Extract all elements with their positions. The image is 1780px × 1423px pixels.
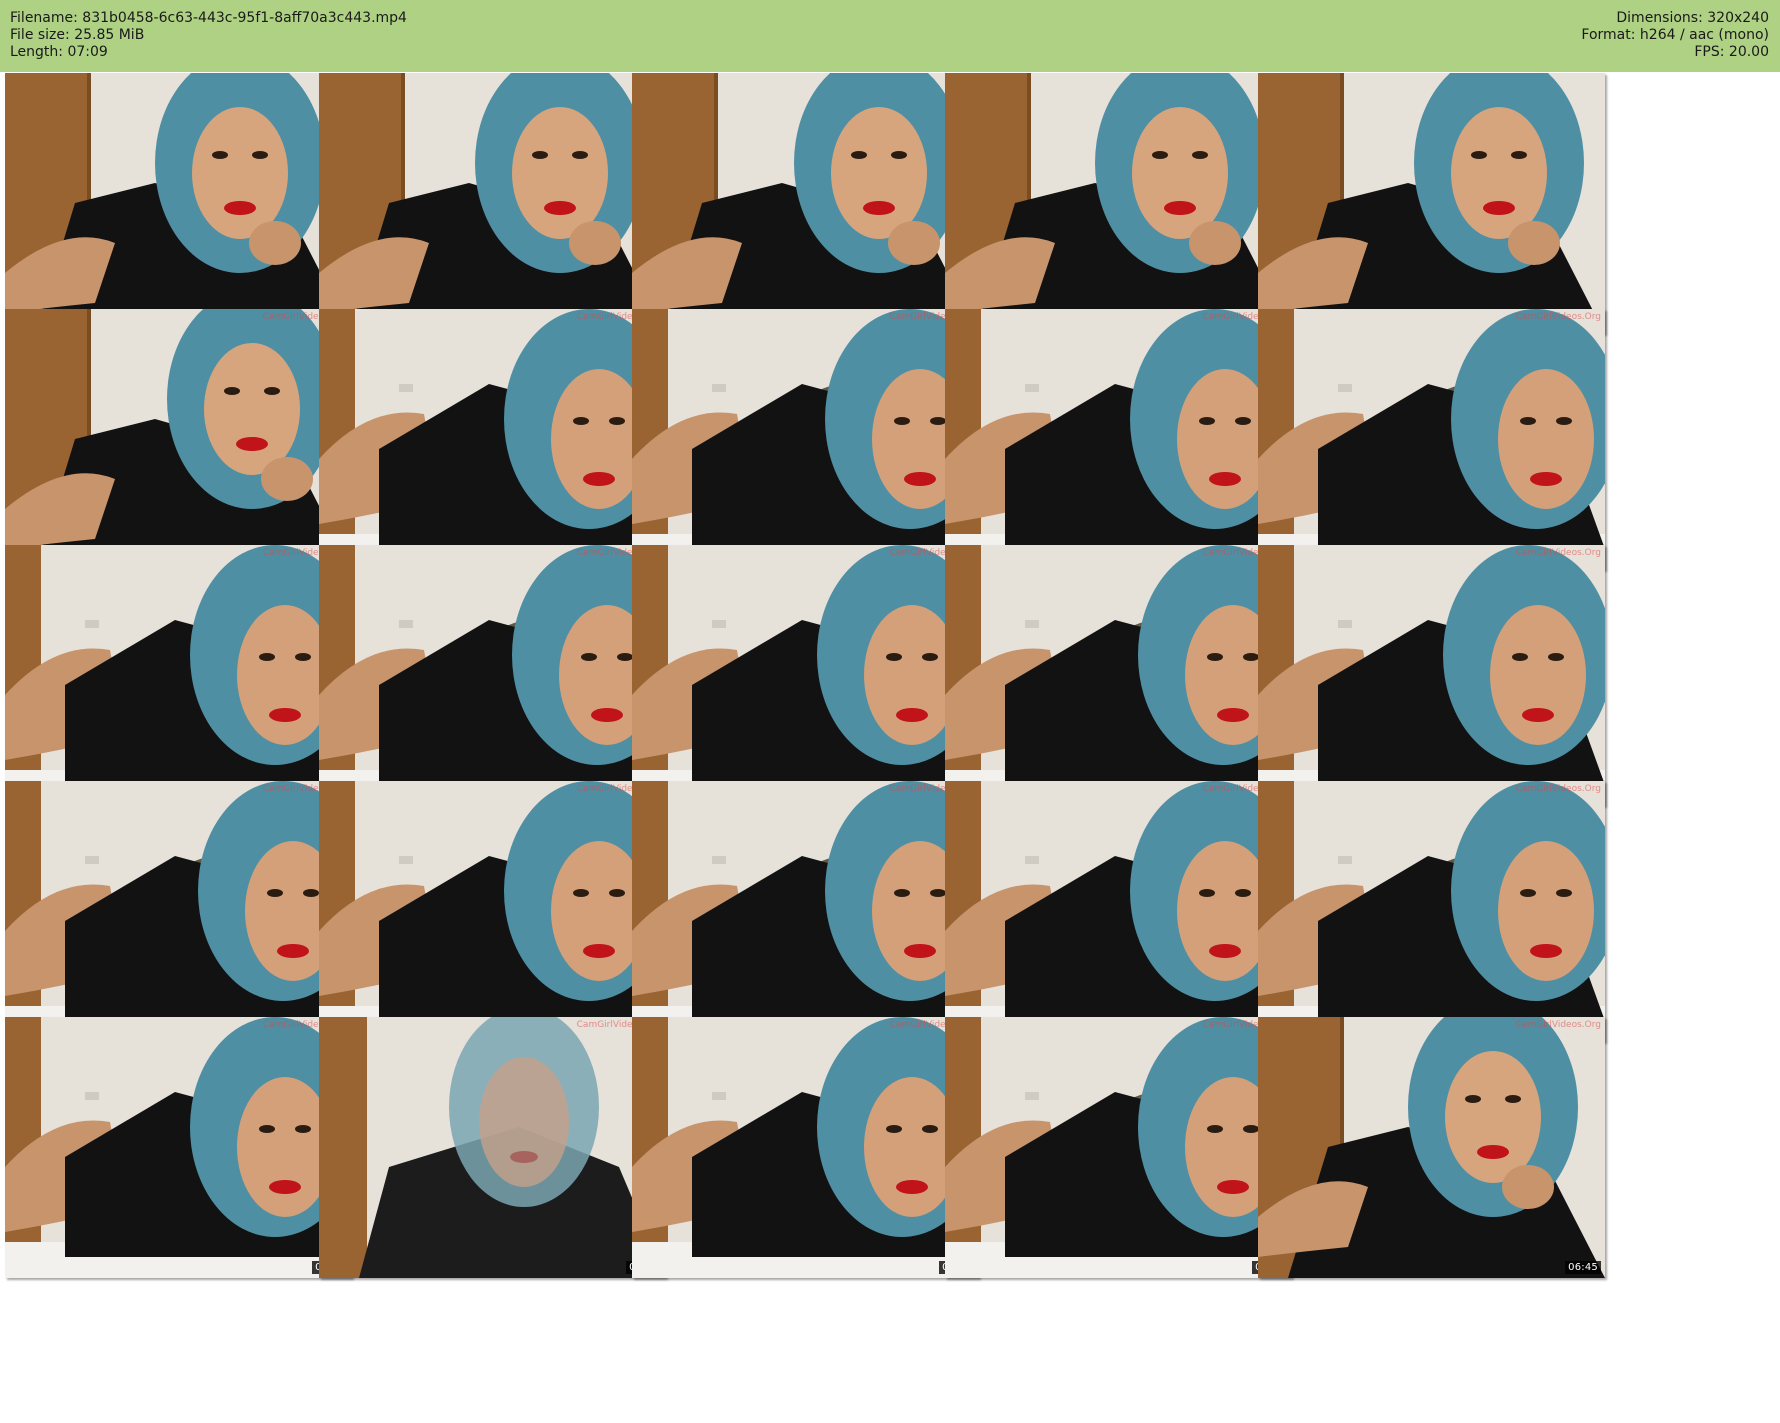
video-thumbnail: CamGirlVideos.Org06:29 [945,1017,1292,1278]
file-info-right: Dimensions: 320x240 Format: h264 / aac (… [1581,10,1769,61]
video-thumbnail: CamGirlVideos.Org01:53 [319,309,666,570]
filename-text: Filename: 831b0458-6c63-443c-95f1-8aff70… [10,10,407,26]
video-thumbnail: CamGirlVideos.Org04:19 [5,781,352,1042]
video-thumbnail: CamGirlVideos.Org05:08 [945,781,1292,1042]
thumbnail-frame-image [945,545,1292,806]
thumbnail-frame-image [632,781,979,1042]
dimensions-text: Dimensions: 320x240 [1616,10,1769,26]
video-thumbnail: CamGirlVideos.Org02:42 [1258,309,1605,570]
info-header: Filename: 831b0458-6c63-443c-95f1-8aff70… [0,0,1780,72]
thumbnail-frame-image [945,73,1292,334]
watermark-text: CamGirlVideos.Org [1515,548,1601,558]
video-thumbnail: CamGirlVideos.Org02:09 [632,309,979,570]
watermark-text: CamGirlVideos.Org [1515,312,1601,322]
video-thumbnail: CamGirlVideos.Org05:24 [1258,781,1605,1042]
thumbnail-frame-image [5,545,352,806]
filesize-text: File size: 25.85 MiB [10,27,145,43]
file-info-left: Filename: 831b0458-6c63-443c-95f1-8aff70… [10,10,407,61]
video-thumbnail: CamGirlVideos.Org 06:45 [1258,1017,1605,1278]
video-thumbnail: CamGirlVideos.Org06:13 [632,1017,979,1278]
video-thumbnail: 00:32 [319,73,666,334]
thumbnail-frame-image [945,1017,1292,1278]
video-thumbnail: CamGirlVideos.Org05:56 [319,1017,666,1278]
thumbnail-frame-image [319,545,666,806]
thumbnail-frame-image [945,781,1292,1042]
video-thumbnail: CamGirlVideos.Org05:40 [5,1017,352,1278]
video-thumbnail: CamGirlVideos.Org03:30 [632,545,979,806]
thumbnail-frame-image [632,545,979,806]
thumbnail-frame-image [5,781,352,1042]
video-thumbnail: 01:21 [1258,73,1605,334]
thumbnail-frame-image [5,309,352,570]
thumbnail-frame-image [632,309,979,570]
video-thumbnail: CamGirlVideos.Org03:14 [319,545,666,806]
thumbnail-frame-image [945,309,1292,570]
thumbnail-frame-image [319,781,666,1042]
thumbnail-frame-image [1258,545,1605,806]
timestamp-label: 06:45 [1565,1261,1601,1274]
fps-text: FPS: 20.00 [1694,44,1769,60]
video-thumbnail: 01:04 [945,73,1292,334]
video-thumbnail: CamGirlVideos.Org02:58 [5,545,352,806]
thumbnail-frame-image [1258,309,1605,570]
video-thumbnail: CamGirlVideos.Org04:03 [1258,545,1605,806]
thumbnail-frame-image [1258,73,1605,334]
video-thumbnail: CamGirlVideos.Org01:37 [5,309,352,570]
video-thumbnail: CamGirlVideos.Org04:35 [319,781,666,1042]
length-text: Length: 07:09 [10,44,108,60]
video-thumbnail: CamGirlVideos.Org03:47 [945,545,1292,806]
video-thumbnail: 00:48 [632,73,979,334]
watermark-text: CamGirlVideos.Org [1515,1020,1601,1030]
format-text: Format: h264 / aac (mono) [1581,27,1769,43]
thumbnail-frame-image [632,1017,979,1278]
thumbnail-frame-image [1258,781,1605,1042]
thumbnail-frame-image [319,309,666,570]
thumbnail-frame-image [5,1017,352,1278]
video-thumbnail: CamGirlVideos.Org02:25 [945,309,1292,570]
thumbnail-grid: 00:1600:3200:4801:0401:21CamGirlVideos.O… [0,72,1780,1423]
watermark-text: CamGirlVideos.Org [1515,784,1601,794]
thumbnail-frame-image [319,1017,666,1278]
thumbnail-frame-image [632,73,979,334]
thumbnail-frame-image [5,73,352,334]
video-thumbnail: 00:16 [5,73,352,334]
thumbnail-frame-image [319,73,666,334]
thumbnail-frame-image [1258,1017,1605,1278]
video-thumbnail: CamGirlVideos.Org04:51 [632,781,979,1042]
